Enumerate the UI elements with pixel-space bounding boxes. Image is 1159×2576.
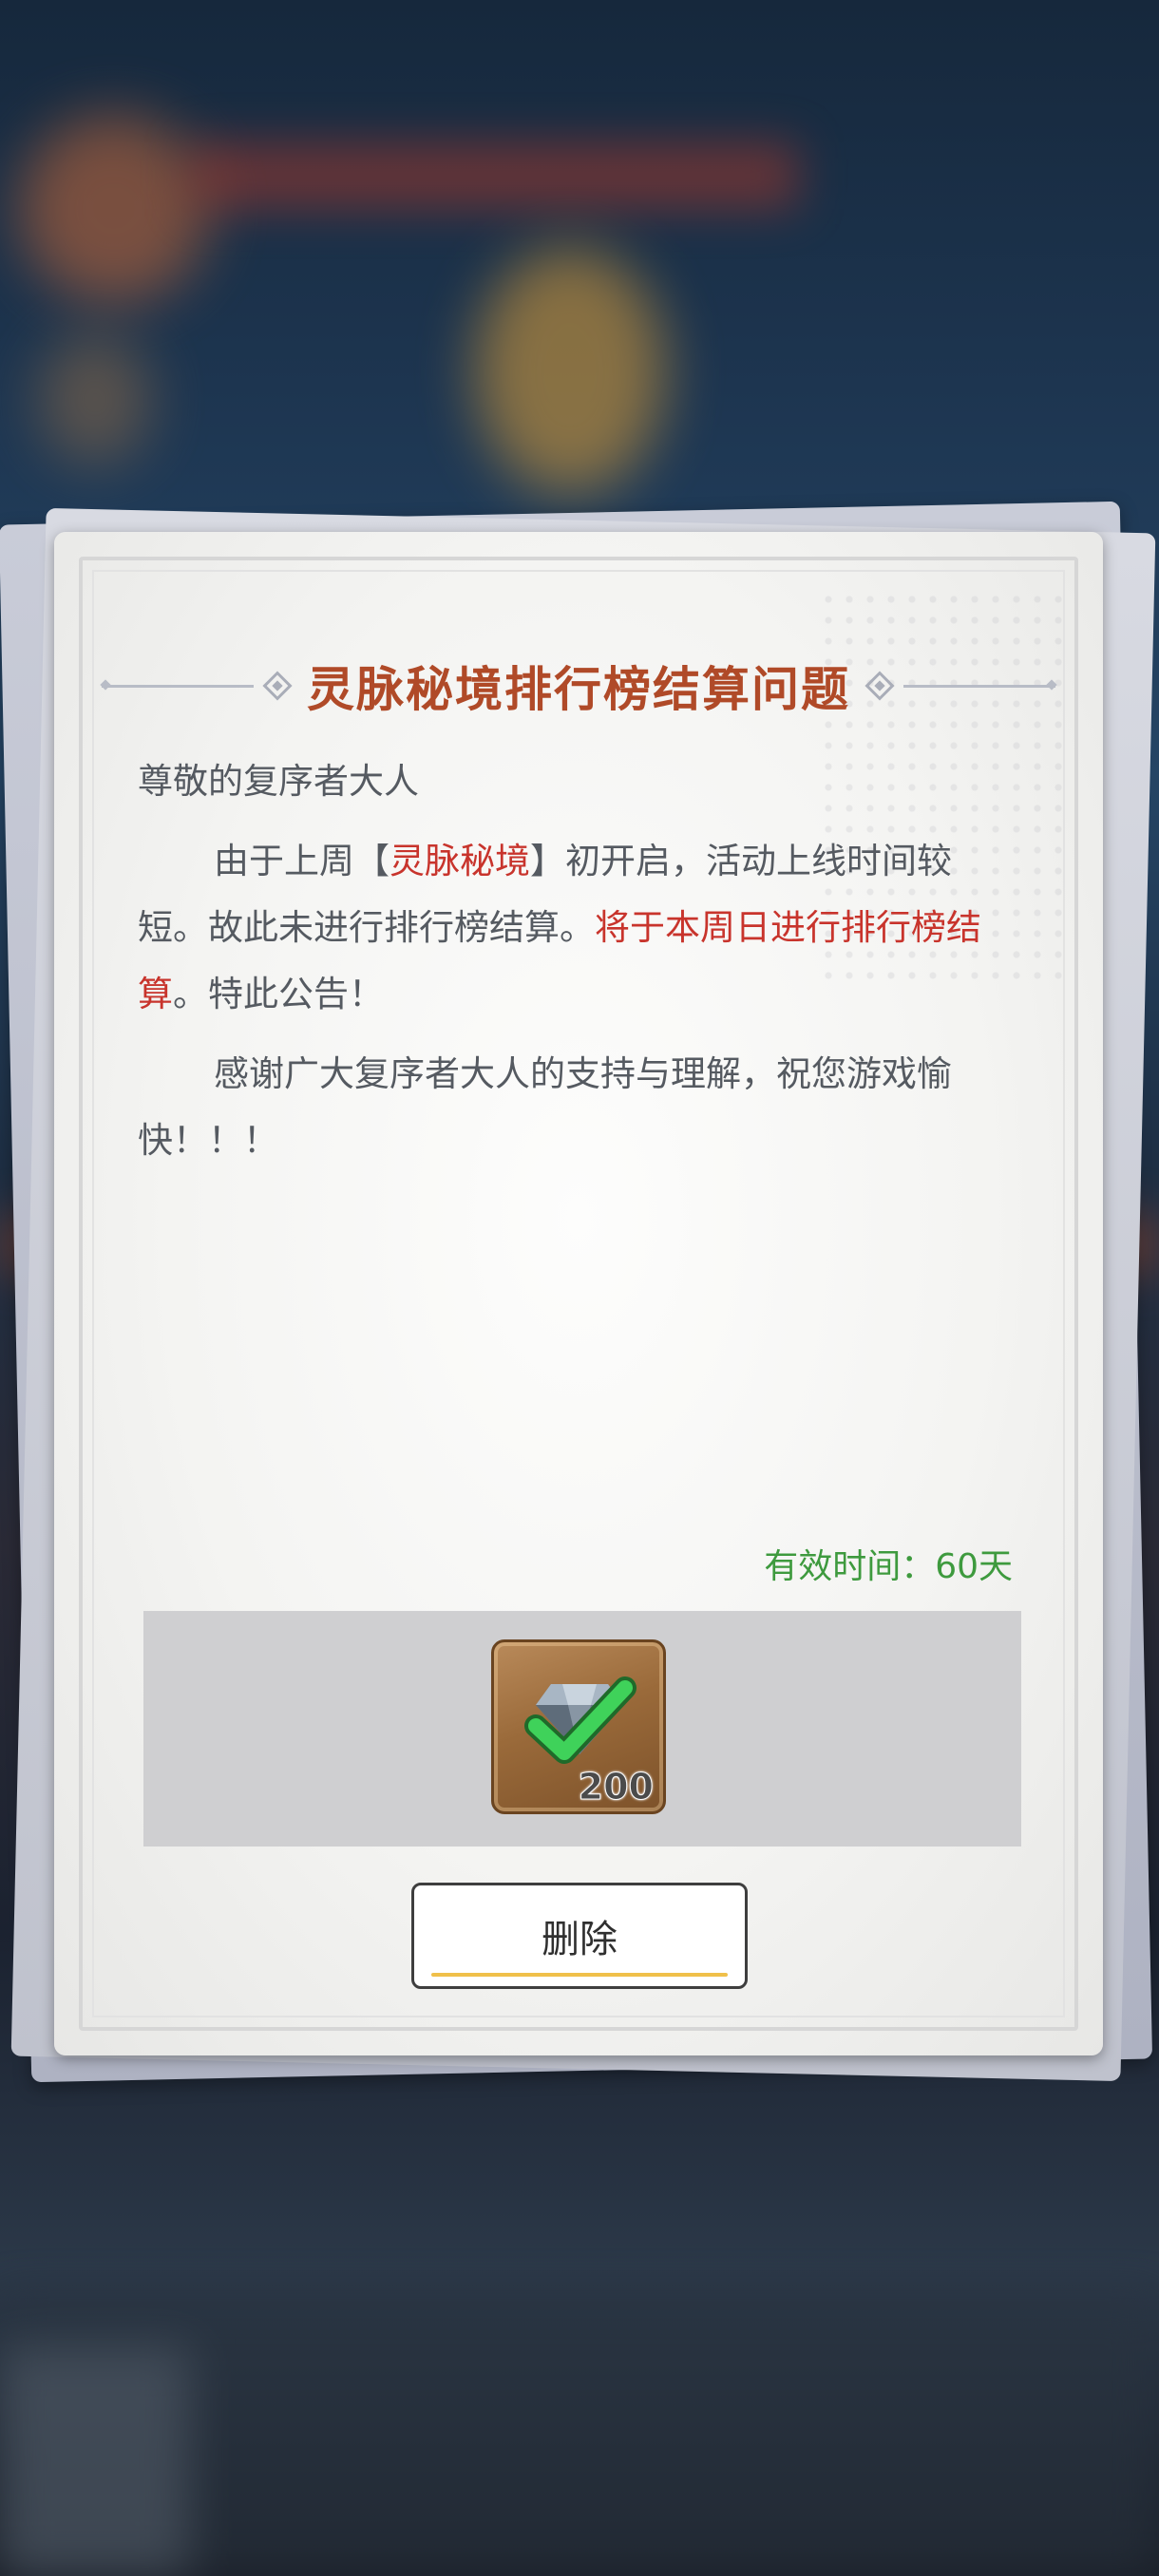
background-footer-tab-blur xyxy=(0,2346,190,2576)
reward-item[interactable]: 200 xyxy=(491,1639,666,1814)
para1-text-3: 。特此公告！ xyxy=(173,974,384,1014)
mail-paragraph-1: 由于上周【灵脉秘境】初开启，活动上线时间较短。故此未进行排行榜结算。将于本周日进… xyxy=(138,828,1012,1028)
para1-text-1: 由于上周【 xyxy=(214,841,390,881)
mail-title: 灵脉秘境排行榜结算问题 xyxy=(307,662,850,717)
reward-count: 200 xyxy=(578,1766,654,1809)
delete-button[interactable]: 删除 xyxy=(411,1883,748,1989)
reward-area: 200 xyxy=(143,1611,1021,1847)
claimed-check-icon xyxy=(524,1676,636,1764)
background-avatar-blur xyxy=(19,114,209,304)
mail-card: 灵脉秘境排行榜结算问题 尊敬的复序者大人 由于上周【灵脉秘境】初开启，活动上线时… xyxy=(54,532,1103,2055)
background-character-blur xyxy=(475,247,665,494)
mail-greeting: 尊敬的复序者大人 xyxy=(138,761,419,802)
title-line-right xyxy=(903,684,1055,688)
para1-highlight-1: 灵脉秘境 xyxy=(390,841,530,881)
mail-body: 尊敬的复序者大人 由于上周【灵脉秘境】初开启，活动上线时间较短。故此未进行排行榜… xyxy=(138,748,1012,1187)
title-line-left xyxy=(102,684,254,688)
background-icon-blur xyxy=(38,332,152,465)
title-diamond-right-icon xyxy=(864,671,895,701)
background-banner-blur xyxy=(190,142,798,209)
mail-paragraph-2: 感谢广大复序者大人的支持与理解，祝您游戏愉快！！！ xyxy=(138,1053,952,1161)
delete-button-underline xyxy=(431,1973,728,1977)
mail-validity: 有效时间：60天 xyxy=(764,1547,1013,1586)
mail-title-row: 灵脉秘境排行榜结算问题 xyxy=(102,648,1055,724)
title-diamond-left-icon xyxy=(262,671,293,701)
game-screen: 灵脉秘境排行榜结算问题 尊敬的复序者大人 由于上周【灵脉秘境】初开启，活动上线时… xyxy=(0,0,1159,2576)
delete-button-label: 删除 xyxy=(542,1918,618,1961)
